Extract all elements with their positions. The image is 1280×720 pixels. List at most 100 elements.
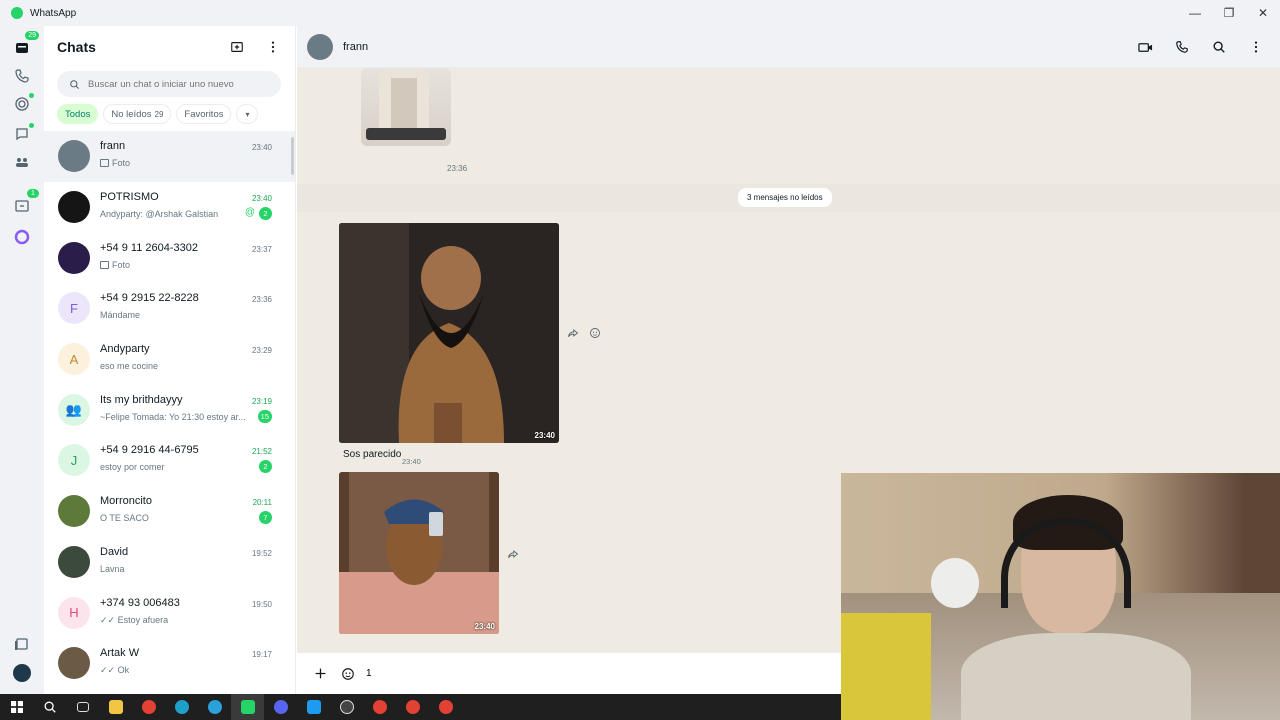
message-input[interactable]	[366, 668, 766, 679]
chat-row[interactable]: 👥 Its my brithdayyy 23:19 ~Felipe Tomada: Y…	[44, 384, 295, 435]
more-vertical-icon	[1254, 41, 1258, 53]
chat-row[interactable]: F +54 9 2915 22-8228 23:36 Mándame	[44, 283, 295, 334]
chats-icon	[16, 43, 28, 53]
chats-nav-button[interactable]: 29	[12, 31, 39, 58]
search-conversation-button[interactable]	[1211, 39, 1227, 55]
video-call-button[interactable]	[1137, 39, 1153, 55]
status-nav-button[interactable]	[12, 93, 34, 114]
forward-icon[interactable]	[506, 547, 520, 561]
taskbar-chrome-3[interactable]	[396, 694, 429, 720]
discord-icon	[273, 700, 288, 714]
chat-row[interactable]: frann 23:40 Foto	[44, 131, 295, 182]
media-icon	[15, 638, 28, 650]
contact-name[interactable]: frann	[343, 41, 368, 53]
emoji-button[interactable]	[340, 666, 356, 682]
unread-label: 3 mensajes no leídos	[738, 188, 832, 207]
contact-avatar[interactable]	[307, 33, 333, 60]
chat-row-body: POTRISMO 23:40 Andyparty: @Arshak Galstian…	[100, 191, 295, 223]
horse-photo	[339, 472, 499, 634]
chat-row[interactable]: +54 9 11 2604-3302 23:37 Foto	[44, 232, 295, 283]
channels-nav-button[interactable]	[12, 123, 34, 144]
filter-unread[interactable]: No leídos 29	[103, 104, 172, 124]
filter-all[interactable]: Todos	[57, 104, 99, 124]
taskbar-chrome-4[interactable]	[429, 694, 462, 720]
attach-button[interactable]	[312, 666, 328, 682]
chat-row-body: +54 9 2916 44-6795 21:52 estoy por comer 2	[100, 444, 295, 476]
chat-row-body: Morroncito 20:11 O TE SACO 7	[100, 495, 295, 527]
menu-button[interactable]	[265, 39, 281, 55]
chat-row-body: frann 23:40 Foto	[100, 140, 295, 172]
avatar-initial: J	[70, 452, 78, 468]
webcam-jersey	[841, 613, 931, 720]
chat-row[interactable]: J +54 9 2916 44-6795 21:52 estoy por comer 2	[44, 435, 295, 486]
meta-ai-button[interactable]	[12, 227, 32, 247]
chat-rows: frann 23:40 Foto POTRISMO 23:40 Andyparty: @A…	[44, 131, 295, 689]
chat-time: 19:17	[251, 650, 272, 660]
chat-time: 21:52	[251, 447, 272, 457]
image-message-dog[interactable]: 23:40	[339, 223, 559, 443]
chat-row-body: David 19:52 Lavna	[100, 546, 295, 578]
search-icon	[44, 701, 56, 713]
voice-call-button[interactable]	[1174, 39, 1190, 55]
chat-time: 19:52	[251, 548, 272, 558]
forward-icon[interactable]	[566, 326, 580, 340]
chat-avatar	[58, 495, 90, 528]
start-button[interactable]	[0, 694, 33, 720]
taskbar-edge[interactable]	[165, 694, 198, 720]
search-bar[interactable]	[57, 71, 281, 97]
maximize-button[interactable]: ❐	[1212, 0, 1246, 26]
taskbar-telegram[interactable]	[198, 694, 231, 720]
conversation-menu-button[interactable]	[1248, 39, 1264, 55]
chat-row[interactable]: David 19:52 Lavna	[44, 537, 295, 588]
chat-avatar	[58, 647, 90, 680]
task-view-button[interactable]	[66, 694, 99, 720]
profile-button[interactable]	[12, 663, 32, 683]
meta-ai-icon	[14, 229, 30, 245]
chat-preview-text: ✓✓ Estoy afuera	[100, 614, 169, 625]
chat-row[interactable]: H +374 93 006483 19:50 ✓✓ Estoy afuera	[44, 587, 295, 638]
media-nav-button[interactable]	[12, 634, 32, 654]
chat-row[interactable]: Artak W 19:17 ✓✓ Ok	[44, 638, 295, 689]
chat-name: Its my brithdayyy	[100, 393, 183, 406]
taskbar-whatsapp[interactable]	[231, 694, 264, 720]
chat-row[interactable]: POTRISMO 23:40 Andyparty: @Arshak Galstian…	[44, 182, 295, 233]
archived-nav-button[interactable]: 1	[12, 189, 39, 216]
conversation-header[interactable]: frann	[297, 26, 1280, 68]
mention-icon: @	[244, 207, 255, 219]
image-message-horse[interactable]: 23:40	[339, 472, 499, 634]
sticker-message[interactable]	[361, 68, 451, 146]
taskbar-discord[interactable]	[264, 694, 297, 720]
search-input[interactable]	[88, 78, 278, 90]
react-emoji-icon[interactable]	[588, 326, 602, 340]
close-button[interactable]: ✕	[1246, 0, 1280, 26]
chat-avatar	[58, 140, 90, 173]
taskbar-twitter[interactable]	[297, 694, 330, 720]
minimize-button[interactable]: —	[1178, 0, 1212, 26]
filter-more-button[interactable]: ▾	[236, 104, 259, 124]
chat-name: +374 93 006483	[100, 596, 180, 609]
taskbar-chrome-1[interactable]	[132, 694, 165, 720]
filter-favorites[interactable]: Favoritos	[176, 104, 232, 124]
new-chat-button[interactable]	[229, 39, 245, 55]
communities-nav-button[interactable]	[12, 152, 32, 172]
chat-preview: O TE SACO	[100, 513, 149, 523]
chat-row[interactable]: Morroncito 20:11 O TE SACO 7	[44, 486, 295, 537]
taskbar-search[interactable]	[33, 694, 66, 720]
avatar-initial: F	[70, 300, 78, 316]
nav-rail: 29 1	[0, 26, 44, 694]
title-bar: WhatsApp — ❐ ✕	[0, 0, 1280, 26]
more-vertical-icon	[271, 41, 275, 53]
unread-count-badge: 15	[257, 409, 272, 423]
chat-row-body: Andyparty 23:29 eso me cocine	[100, 343, 295, 375]
taskbar-obs[interactable]	[330, 694, 363, 720]
chat-time: 20:11	[252, 498, 272, 508]
calls-nav-button[interactable]	[12, 66, 32, 86]
taskbar-chrome-2[interactable]	[363, 694, 396, 720]
taskbar-explorer[interactable]	[99, 694, 132, 720]
communities-icon	[16, 158, 28, 167]
unread-count-badge: 2	[259, 460, 272, 474]
filter-favorites-label: Favoritos	[184, 108, 224, 120]
chat-list-scrollbar[interactable]	[291, 137, 294, 175]
conversation-actions	[1137, 39, 1264, 55]
chat-row[interactable]: A Andyparty 23:29 eso me cocine	[44, 334, 295, 385]
